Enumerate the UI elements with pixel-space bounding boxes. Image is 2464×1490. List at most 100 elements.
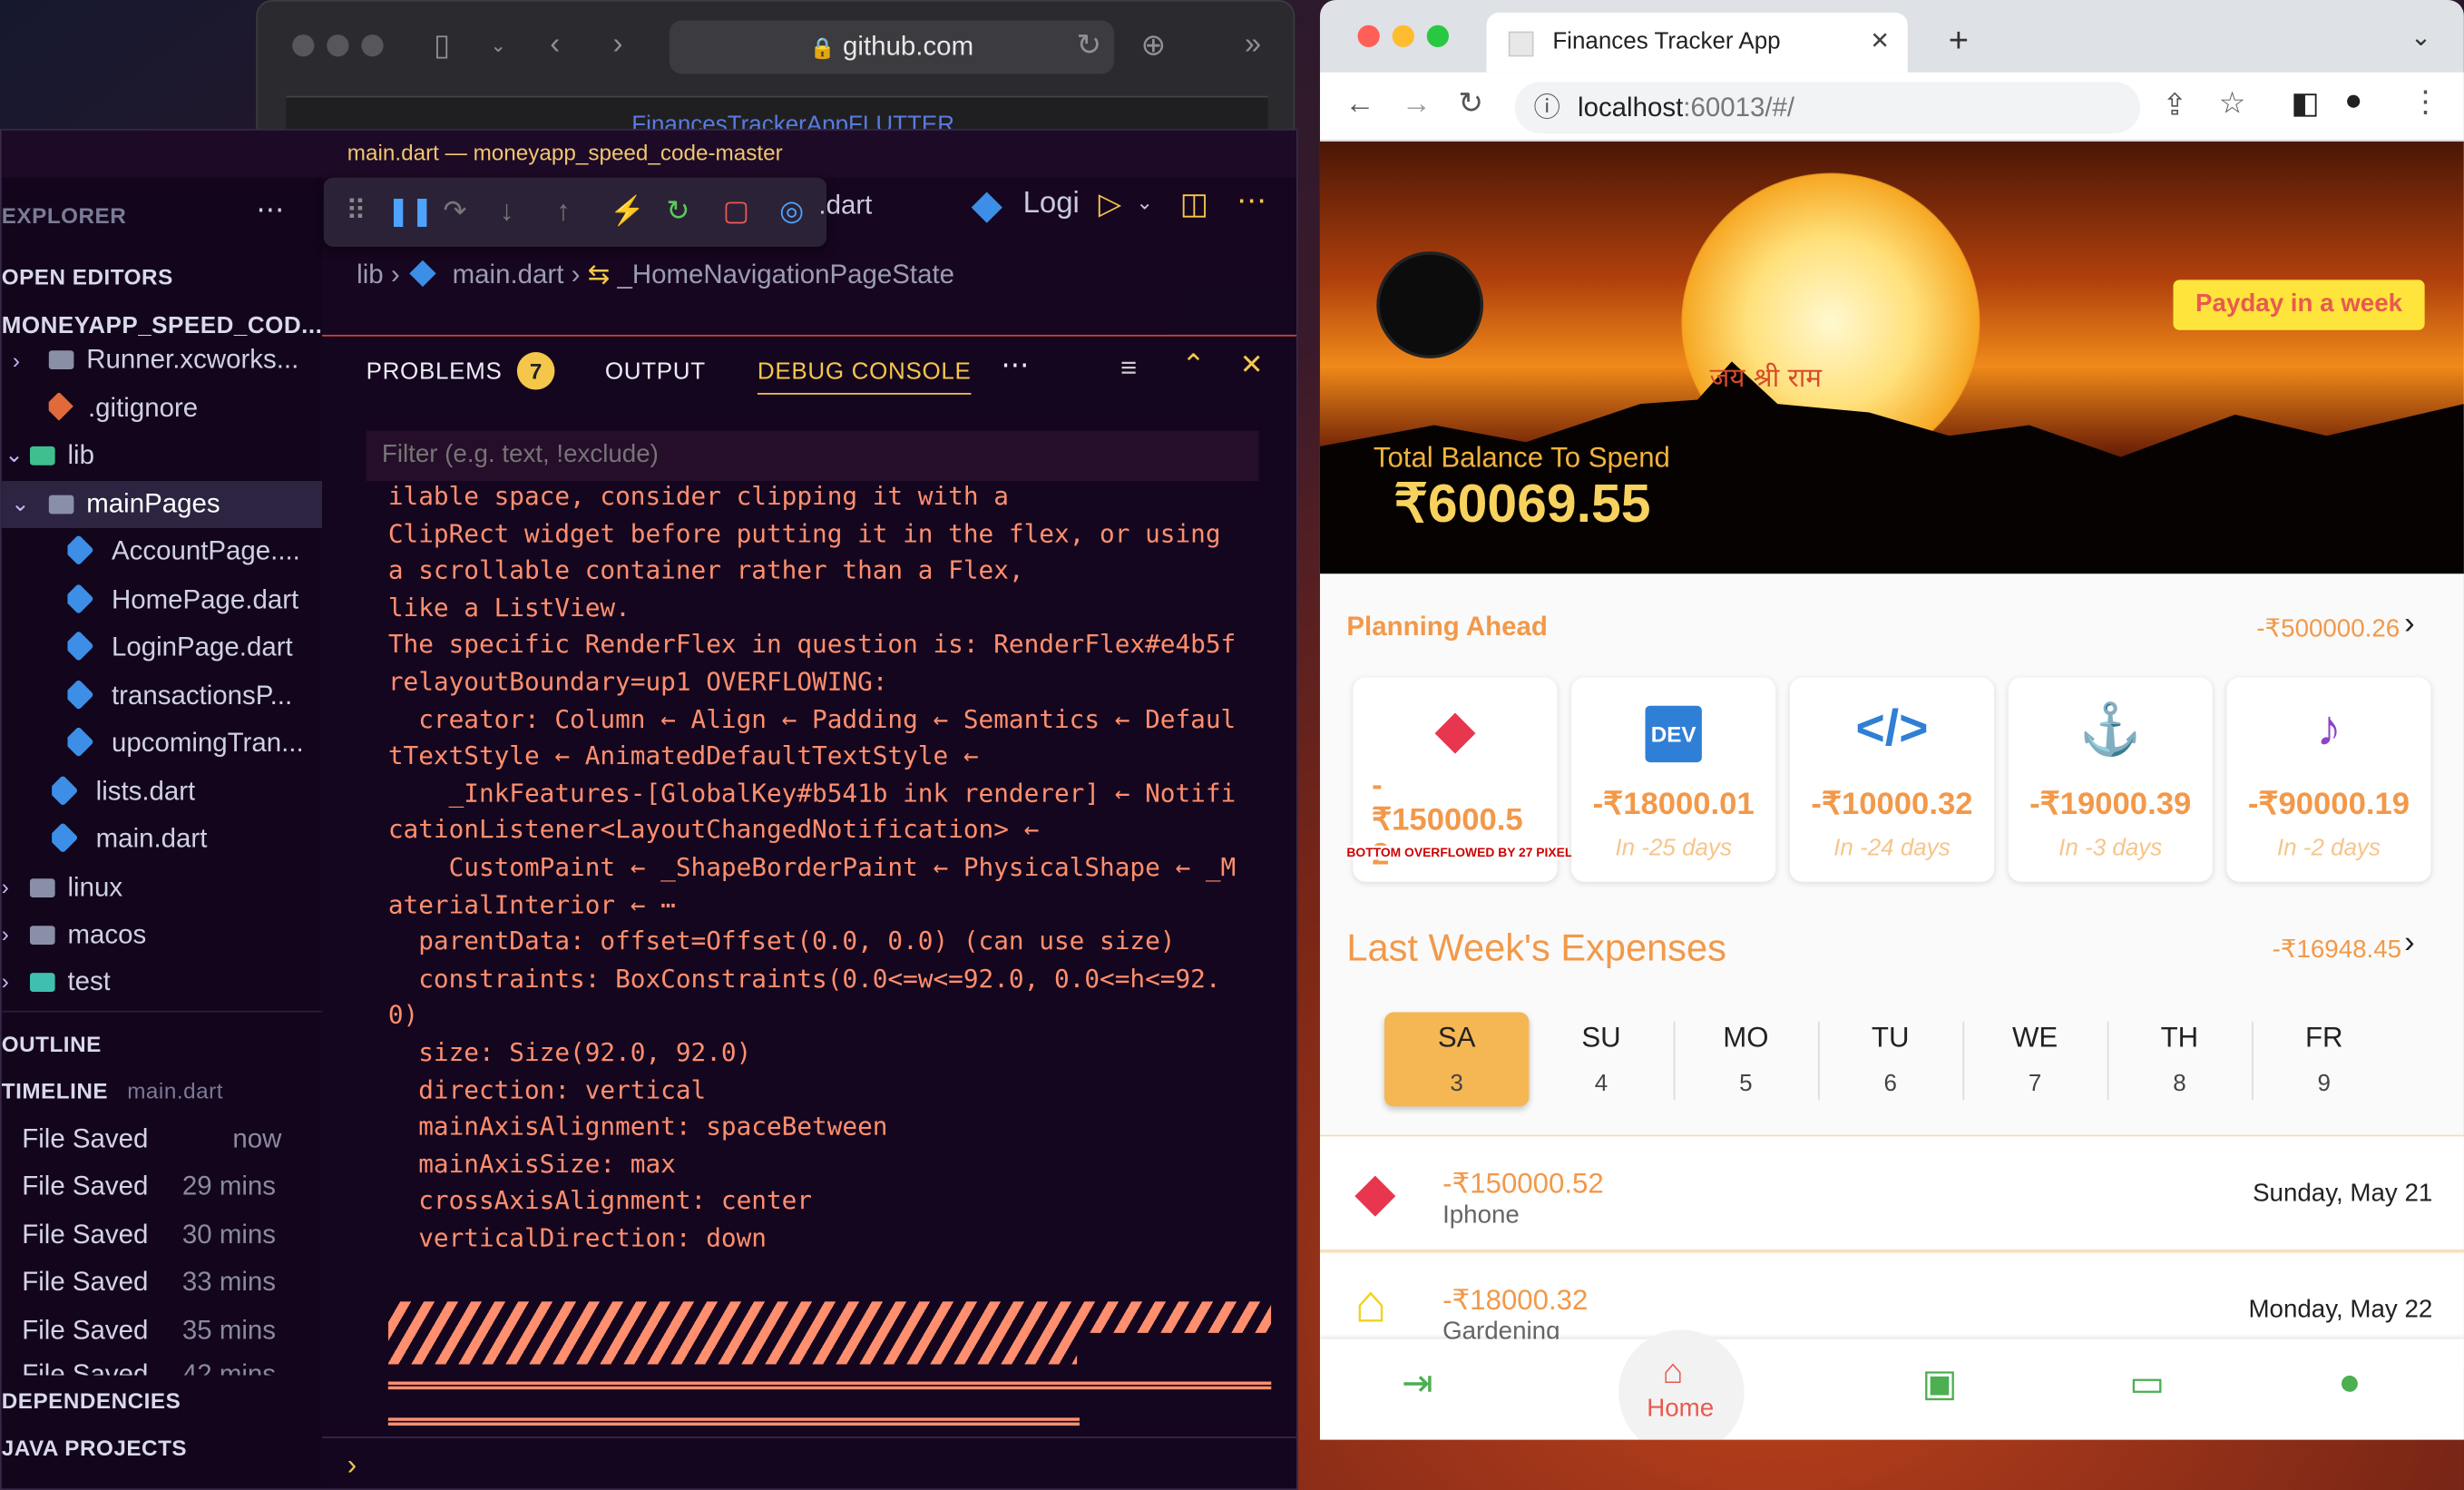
- open-editors-header[interactable]: OPEN EDITORS: [2, 264, 173, 289]
- safari-zoom-button[interactable]: [361, 34, 384, 57]
- planned-expense-card[interactable]: ⚓ -₹19000.39 In -3 days: [2008, 677, 2213, 882]
- timeline-item[interactable]: File Saved 35 mins: [22, 1316, 320, 1348]
- chevron-down-icon[interactable]: ⌄: [11, 490, 29, 516]
- chevron-down-icon[interactable]: ⌄: [5, 442, 23, 468]
- chevron-right-icon[interactable]: ›: [2, 968, 9, 994]
- forward-icon[interactable]: →: [1402, 88, 1432, 123]
- devtools-icon[interactable]: ◎: [779, 195, 804, 228]
- expenses-total[interactable]: -₹16948.45: [2273, 934, 2401, 966]
- dependencies-header[interactable]: DEPENDENCIES: [2, 1387, 181, 1413]
- restart-icon[interactable]: ↻: [666, 195, 689, 228]
- minimap[interactable]: [1170, 284, 1296, 338]
- more-actions-icon[interactable]: ⋯: [1237, 184, 1266, 221]
- planned-expense-card[interactable]: </> -₹10000.32 In -24 days: [1789, 677, 1995, 882]
- tree-item-upcoming[interactable]: upcomingTran...: [67, 727, 318, 760]
- day-chip[interactable]: SA 3: [1384, 1012, 1530, 1107]
- back-icon[interactable]: ←: [1345, 88, 1375, 123]
- day-chip[interactable]: SU 4: [1529, 1012, 1673, 1106]
- tree-item-lists[interactable]: lists.dart: [52, 776, 195, 809]
- planned-expense-card[interactable]: DEV -₹18000.01 In -25 days: [1571, 677, 1776, 882]
- avatar[interactable]: [1376, 251, 1484, 358]
- profile-icon[interactable]: ●: [2344, 85, 2362, 120]
- forward-icon[interactable]: ›: [613, 28, 623, 63]
- chevron-right-icon[interactable]: ›: [2, 874, 9, 899]
- tab-output[interactable]: OUTPUT: [605, 358, 706, 385]
- back-icon[interactable]: ‹: [550, 28, 560, 63]
- tree-item-accountpage[interactable]: AccountPage....: [67, 535, 318, 568]
- tree-item-linux[interactable]: linux: [29, 872, 122, 904]
- safari-close-button[interactable]: [292, 34, 315, 57]
- tree-item-transactions[interactable]: transactionsP...: [67, 680, 318, 712]
- tab-debug-console[interactable]: DEBUG CONSOLE: [757, 358, 972, 395]
- chevron-right-icon[interactable]: ›: [2404, 926, 2415, 962]
- run-icon[interactable]: ▷: [1099, 187, 1121, 223]
- chevron-down-icon[interactable]: ⌄: [1136, 191, 1153, 216]
- step-into-icon[interactable]: ↓: [500, 195, 514, 228]
- planned-expense-card[interactable]: ♪ -₹90000.19 In -2 days: [2226, 677, 2431, 882]
- planning-total[interactable]: -₹500000.26: [2256, 613, 2400, 645]
- share-icon[interactable]: ⇪: [2162, 88, 2187, 124]
- chevron-right-icon[interactable]: ›: [13, 348, 20, 373]
- day-chip[interactable]: TU 6: [1818, 1012, 1962, 1106]
- browser-tab[interactable]: Finances Tracker App ✕: [1486, 12, 1908, 73]
- day-chip[interactable]: FR 9: [2252, 1012, 2396, 1106]
- safari-minimize-button[interactable]: [327, 34, 349, 57]
- timeline-item[interactable]: File Saved 29 mins: [22, 1171, 320, 1202]
- credit-card-icon[interactable]: ▭: [2129, 1361, 2165, 1407]
- timeline-item[interactable]: File Saved 42 mins: [22, 1359, 320, 1375]
- console-filter-input[interactable]: [366, 430, 1259, 482]
- stop-icon[interactable]: ▢: [723, 195, 749, 228]
- breadcrumb-file[interactable]: main.dart: [453, 260, 564, 289]
- more-tabs-icon[interactable]: »: [1245, 28, 1261, 63]
- tree-item-homepage[interactable]: HomePage.dart: [67, 584, 318, 616]
- transaction-row[interactable]: ◆ -₹150000.52 Iphone Sunday, May 21: [1319, 1134, 2464, 1251]
- step-out-icon[interactable]: ↑: [556, 195, 571, 228]
- split-editor-icon[interactable]: ◫: [1180, 187, 1208, 223]
- tree-item-test[interactable]: test: [29, 966, 111, 998]
- chevron-right-icon[interactable]: ›: [2, 921, 9, 946]
- tree-item-gitignore[interactable]: .gitignore: [48, 393, 198, 425]
- tree-item-macos[interactable]: macos: [29, 919, 146, 951]
- tab-problems[interactable]: PROBLEMS: [367, 358, 503, 385]
- maximize-panel-icon[interactable]: ⌃: [1182, 349, 1207, 382]
- minimize-window-button[interactable]: [1392, 25, 1414, 47]
- more-actions-icon[interactable]: ⋯: [1001, 349, 1030, 382]
- pause-icon[interactable]: ❚❚: [386, 195, 434, 228]
- bookmark-star-icon[interactable]: ☆: [2219, 86, 2246, 123]
- day-chip[interactable]: MO 5: [1674, 1012, 1818, 1106]
- download-icon[interactable]: ⊕: [1141, 28, 1167, 64]
- timeline-item[interactable]: File Saved 30 mins: [22, 1220, 320, 1251]
- project-header[interactable]: MONEYAPP_SPEED_COD...: [2, 313, 323, 339]
- payday-badge[interactable]: Payday in a week: [2173, 279, 2425, 330]
- person-icon[interactable]: ●: [2338, 1361, 2361, 1405]
- zoom-window-button[interactable]: [1426, 25, 1449, 47]
- step-over-icon[interactable]: ↷: [443, 195, 466, 228]
- chevron-down-icon[interactable]: ⌄: [490, 34, 505, 56]
- tree-item-loginpage[interactable]: LoginPage.dart: [67, 632, 318, 663]
- close-window-button[interactable]: [1357, 25, 1380, 47]
- hot-reload-icon[interactable]: ⚡: [610, 195, 645, 228]
- day-chip[interactable]: TH 8: [2107, 1012, 2252, 1106]
- menu-icon[interactable]: ⋮: [2410, 85, 2440, 122]
- side-panel-icon[interactable]: ◧: [2291, 86, 2319, 123]
- tree-item-mainpages[interactable]: mainPages: [48, 489, 220, 521]
- tree-item-lib[interactable]: lib: [29, 440, 94, 472]
- safari-address-bar[interactable]: 🔒 github.com: [669, 20, 1115, 74]
- tree-item-main[interactable]: main.dart: [52, 823, 207, 856]
- address-bar[interactable]: ⓘ localhost:60013/#/: [1514, 82, 2141, 134]
- java-projects-header[interactable]: JAVA PROJECTS: [2, 1435, 187, 1460]
- timeline-header[interactable]: TIMELINE main.dart: [2, 1078, 223, 1103]
- day-chip[interactable]: WE 7: [1962, 1012, 2107, 1106]
- drag-handle-icon[interactable]: ⠿: [346, 195, 367, 228]
- sidebar-toggle-icon[interactable]: ▯: [434, 28, 450, 64]
- home-icon[interactable]: ⌂: [1663, 1352, 1684, 1393]
- chevron-right-icon[interactable]: ›: [2404, 607, 2415, 643]
- home-nav-label[interactable]: Home: [1647, 1396, 1714, 1424]
- clear-console-icon[interactable]: ≡: [1120, 352, 1138, 385]
- console-prompt-icon[interactable]: ›: [347, 1449, 357, 1482]
- tree-item-runner[interactable]: Runner.xcworks...: [48, 344, 322, 376]
- planned-expense-card[interactable]: ◆- ₹150000.5 2BOTTOM OVERFLOWED BY 27 PI…: [1346, 677, 1581, 882]
- tab-dart[interactable]: .dart: [818, 191, 872, 221]
- outline-header[interactable]: OUTLINE: [2, 1031, 102, 1056]
- money-icon[interactable]: ▣: [1921, 1361, 1957, 1407]
